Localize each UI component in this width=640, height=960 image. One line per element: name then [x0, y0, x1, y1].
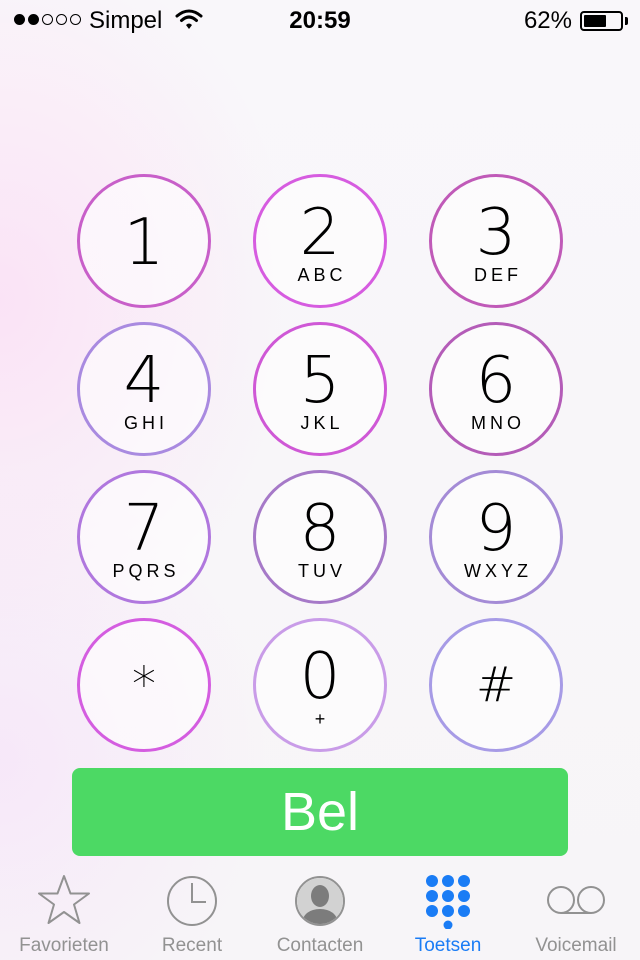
contact-icon	[256, 873, 384, 929]
key-digit: #	[475, 657, 517, 713]
key-hash[interactable]: #	[429, 618, 563, 752]
battery-level-fill	[584, 15, 606, 27]
key-2[interactable]: 2 ABC	[253, 174, 387, 308]
tab-label: Voicemail	[535, 935, 617, 956]
key-3[interactable]: 3 DEF	[429, 174, 563, 308]
key-digit: 6	[475, 344, 517, 418]
key-letters: PQRS	[112, 561, 180, 581]
key-digit: 3	[475, 196, 517, 270]
call-button[interactable]: Bel	[72, 768, 568, 856]
key-7[interactable]: 7 PQRS	[77, 470, 211, 604]
tab-voicemail[interactable]: Voicemail	[512, 865, 640, 960]
key-digit: 8	[299, 492, 341, 566]
key-letters: JKL	[300, 413, 344, 433]
key-1[interactable]: 1	[77, 174, 211, 308]
key-letters: ABC	[297, 265, 347, 285]
key-6[interactable]: 6 MNO	[429, 322, 563, 456]
battery-tip	[625, 17, 628, 25]
key-digit: 2	[299, 196, 341, 270]
key-digit: 0	[299, 640, 341, 714]
key-9[interactable]: 9 WXYZ	[429, 470, 563, 604]
battery-icon	[580, 11, 623, 31]
key-digit: 1	[123, 206, 165, 280]
key-letters: TUV	[298, 561, 346, 581]
key-letters: DEF	[474, 265, 522, 285]
key-digit: 5	[299, 344, 341, 418]
key-letters: +	[314, 709, 330, 729]
key-digit: 4	[123, 344, 165, 418]
battery-percentage: 62%	[523, 7, 572, 34]
tab-contacts[interactable]: Contacten	[256, 865, 384, 960]
tab-keypad[interactable]: Toetsen	[384, 865, 512, 960]
tab-bar: Favorieten Recent Contacten Toetsen Voic…	[0, 865, 640, 960]
tab-recent[interactable]: Recent	[128, 865, 256, 960]
key-letters: MNO	[471, 413, 525, 433]
tab-label: Favorieten	[19, 935, 109, 956]
status-bar: Simpel 20:59 62%	[0, 0, 640, 40]
tab-favorites[interactable]: Favorieten	[0, 865, 128, 960]
tab-label: Recent	[161, 935, 223, 956]
key-letters: GHI	[123, 413, 168, 433]
key-digit: *	[132, 657, 156, 713]
key-4[interactable]: 4 GHI	[77, 322, 211, 456]
keypad-icon	[384, 873, 512, 929]
star-icon	[0, 873, 128, 929]
key-8[interactable]: 8 TUV	[253, 470, 387, 604]
key-star[interactable]: *	[77, 618, 211, 752]
key-letters: WXYZ	[464, 561, 532, 581]
voicemail-icon	[512, 873, 640, 929]
key-0[interactable]: 0 +	[253, 618, 387, 752]
tab-label: Toetsen	[414, 935, 482, 956]
clock-icon	[128, 873, 256, 929]
key-5[interactable]: 5 JKL	[253, 322, 387, 456]
tab-label: Contacten	[276, 935, 364, 956]
key-digit: 9	[475, 492, 517, 566]
key-digit: 7	[123, 492, 165, 566]
